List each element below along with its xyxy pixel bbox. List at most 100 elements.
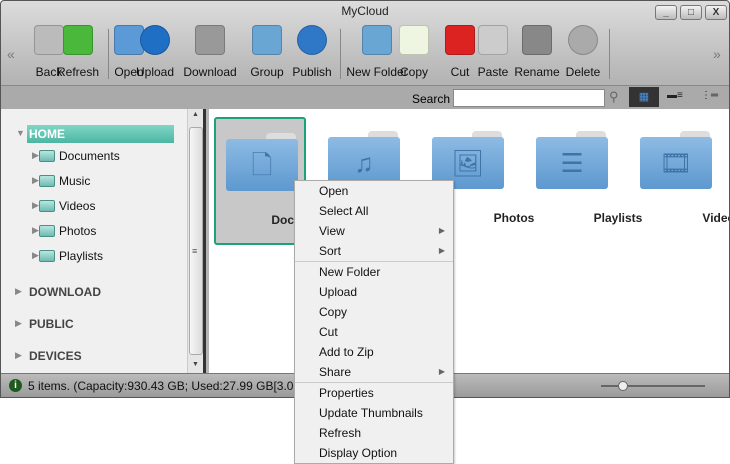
minimize-button[interactable]: _ (655, 5, 677, 20)
toolbar-label: Paste (477, 65, 509, 79)
folder-name: Videos (702, 211, 729, 225)
menu-item-label: Refresh (319, 426, 362, 440)
copy-icon (399, 25, 429, 55)
menu-item-label: New Folder (319, 265, 381, 279)
refresh-icon (63, 25, 93, 55)
search-icon[interactable]: ⚲ (609, 89, 619, 105)
publish-icon (297, 25, 327, 55)
search-input[interactable] (453, 89, 605, 107)
menu-item-label: Sort (319, 244, 342, 258)
menu-item-sort[interactable]: Sort ▶ (295, 241, 453, 261)
folder-icon (39, 175, 55, 187)
sidebar-section-public[interactable]: PUBLIC (29, 317, 74, 331)
sidebar-item-music[interactable]: Music (31, 171, 90, 191)
menu-item-label: View (319, 224, 345, 238)
search-bar: Search ⚲ ▦ ▬≡ ⋮═ (1, 85, 729, 109)
menu-item-label: Open (319, 184, 349, 198)
toolbar-upload-button[interactable]: Upload (125, 25, 185, 83)
menu-item-label: Update Thumbnails (319, 406, 423, 420)
menu-item-new-folder[interactable]: New Folder (295, 262, 453, 282)
toolbar-label: Copy (399, 65, 429, 79)
menu-item-label: Share (319, 365, 352, 379)
toolbar-scroll-left[interactable]: « (7, 46, 15, 62)
group-folder-icon (252, 25, 282, 55)
sidebar-item-label: Music (59, 174, 91, 188)
folder-item[interactable]: ☰ Playlists (526, 117, 642, 245)
expand-arrow-icon[interactable]: ▶ (15, 318, 22, 329)
toolbar-delete-button[interactable]: Delete (553, 25, 613, 83)
list-view-button[interactable]: ⋮═ (701, 90, 718, 101)
sidebar-scrollbar[interactable]: ▲ ≡ ▼ (187, 109, 203, 373)
menu-item-properties[interactable]: Properties (295, 383, 453, 403)
info-icon: i (9, 379, 22, 392)
toolbar-label: Group (250, 65, 284, 79)
menu-item-label: Select All (319, 204, 369, 218)
submenu-arrow-icon: ▶ (438, 226, 445, 235)
context-menu: Open Select All View ▶ Sort ▶ New Folder Upload… (294, 180, 454, 464)
maximize-button[interactable]: □ (680, 5, 702, 20)
toolbar-label: Refresh (56, 65, 100, 79)
toolbar-publish-button[interactable]: Publish (282, 25, 342, 83)
status-text: 5 items. (Capacity:930.43 GB; Used:27.99… (28, 379, 294, 393)
toolbar-separator (340, 29, 341, 79)
download-icon (195, 25, 225, 55)
sidebar-item-label: Photos (59, 224, 97, 238)
menu-item-refresh[interactable]: Refresh (295, 423, 453, 443)
window-title: MyCloud (341, 4, 389, 18)
toolbar-separator (609, 29, 610, 79)
menu-item-update-thumbnails[interactable]: Update Thumbnails (295, 403, 453, 423)
menu-item-open[interactable]: Open (295, 181, 453, 201)
sidebar-item-label: Playlists (59, 249, 104, 263)
menu-item-label: Properties (319, 386, 374, 400)
folder-icon (39, 250, 55, 262)
submenu-arrow-icon: ▶ (438, 367, 445, 376)
menu-item-label: Add to Zip (319, 345, 374, 359)
sidebar-item-photos[interactable]: Photos (31, 221, 96, 241)
zoom-slider[interactable] (601, 381, 705, 391)
submenu-arrow-icon: ▶ (438, 246, 445, 255)
sidebar-item-documents[interactable]: Documents (31, 146, 120, 166)
expand-arrow-icon[interactable]: ▶ (15, 350, 22, 361)
menu-item-upload[interactable]: Upload (295, 282, 453, 302)
menu-item-label: Copy (319, 305, 348, 319)
menu-item-add-to-zip[interactable]: Add to Zip (295, 342, 453, 362)
detail-view-button[interactable]: ▬≡ (667, 90, 683, 101)
rename-icon (522, 25, 552, 55)
sidebar-item-playlists[interactable]: Playlists (31, 246, 103, 266)
file-view: 🗋Documents♫Music🖼Photos☰Playlists🎞Videos (209, 109, 729, 373)
folder-item[interactable]: 🗋Documents (214, 117, 337, 245)
toolbar-label: Download (183, 65, 237, 79)
folder-icon: ☰ (536, 131, 608, 189)
folder-icon (39, 200, 55, 212)
toolbar-label: Delete (565, 65, 601, 79)
sidebar-item-home[interactable]: HOME (27, 125, 174, 143)
folder-icon: 🎞 (640, 131, 712, 189)
sidebar-section-download[interactable]: DOWNLOAD (29, 285, 101, 299)
toolbar-download-button[interactable]: Download (180, 25, 240, 83)
folder-item[interactable]: 🎞 Videos (630, 117, 729, 245)
close-button[interactable]: X (705, 5, 727, 20)
menu-item-cut[interactable]: Cut (295, 322, 453, 342)
toolbar-scroll-right[interactable]: » (713, 46, 721, 62)
toolbar-label: Upload (135, 65, 175, 79)
sidebar-item-label: Videos (59, 199, 96, 213)
menu-item-copy[interactable]: Copy (295, 302, 453, 322)
icon-view-button[interactable]: ▦ (629, 87, 659, 107)
menu-item-view[interactable]: View ▶ (295, 221, 453, 241)
search-label: Search (412, 92, 451, 106)
sidebar-item-videos[interactable]: Videos (31, 196, 95, 216)
menu-item-label: Upload (319, 285, 358, 299)
sidebar-section-devices[interactable]: DEVICES (29, 349, 82, 363)
expand-arrow-icon[interactable]: ▶ (15, 286, 22, 297)
menu-item-label: Display Option (319, 446, 398, 460)
menu-item-share[interactable]: Share ▶ (295, 362, 453, 382)
menu-item-display-option[interactable]: Display Option (295, 443, 453, 463)
upload-globe-icon (140, 25, 170, 55)
zoom-slider-handle[interactable] (618, 381, 628, 391)
menu-item-label: Cut (319, 325, 338, 339)
delete-icon (568, 25, 598, 55)
folder-icon (39, 225, 55, 237)
toolbar-label: Publish (292, 65, 332, 79)
menu-item-select-all[interactable]: Select All (295, 201, 453, 221)
expand-arrow-icon[interactable]: ▼ (16, 128, 25, 138)
